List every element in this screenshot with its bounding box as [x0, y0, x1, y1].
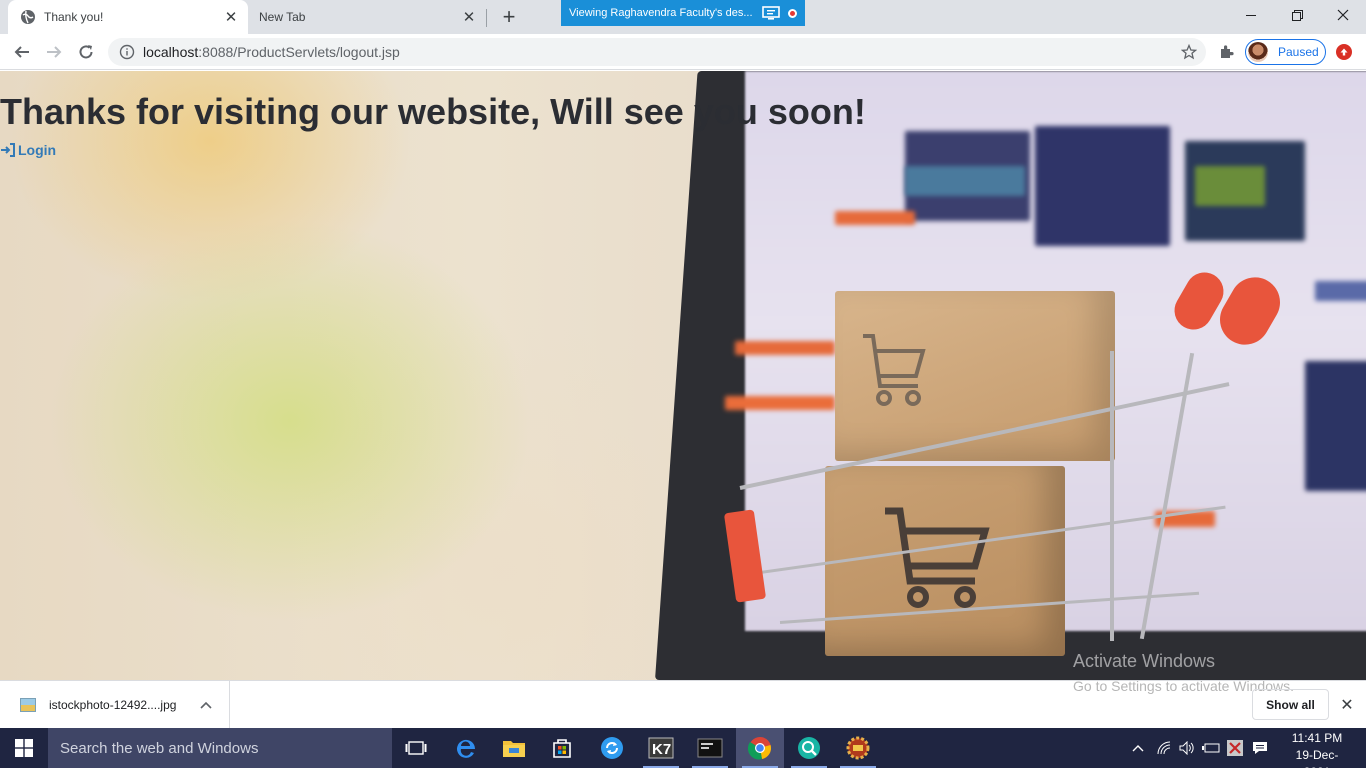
chrome-icon: [748, 737, 771, 760]
task-view-icon: [405, 741, 427, 755]
chevron-up-icon[interactable]: [195, 701, 217, 709]
svg-text:K7: K7: [652, 741, 671, 758]
profile-button[interactable]: Paused: [1245, 39, 1326, 65]
gear-badge-icon: [846, 736, 870, 760]
bookmark-star-icon[interactable]: [1180, 43, 1198, 61]
minimize-button[interactable]: [1228, 0, 1274, 30]
login-link[interactable]: Login: [0, 142, 56, 158]
extensions-button[interactable]: [1213, 38, 1241, 66]
tab-title: Thank you!: [44, 10, 104, 24]
arrow-left-icon: [14, 46, 29, 58]
share-banner-text: Viewing Raghavendra Faculty's des...: [569, 7, 753, 19]
page-heading: Thanks for visiting our website, Will se…: [0, 91, 866, 132]
tab-title: New Tab: [259, 10, 306, 24]
chevron-up-icon: [1132, 745, 1144, 752]
taskbar: Search the web and Windows K7 11:41 PM 1…: [0, 728, 1366, 779]
action-center-icon[interactable]: [1248, 728, 1272, 768]
browser-toolbar: localhost:8088/ProductServlets/logout.js…: [0, 34, 1366, 70]
globe-icon: [20, 9, 36, 25]
k7-icon: K7: [648, 737, 674, 759]
windows-logo-icon: [15, 739, 33, 757]
tab-thank-you[interactable]: Thank you! ✕: [8, 0, 248, 34]
address-bar[interactable]: localhost:8088/ProductServlets/logout.js…: [108, 38, 1206, 66]
record-icon[interactable]: [788, 8, 797, 18]
start-button[interactable]: [0, 728, 48, 768]
close-window-button[interactable]: [1320, 0, 1366, 30]
url-host: localhost: [143, 44, 199, 60]
login-icon: [1, 143, 15, 157]
game-app[interactable]: [834, 728, 882, 768]
puzzle-icon: [1221, 45, 1234, 58]
task-view-button[interactable]: [392, 728, 440, 768]
reload-button[interactable]: [72, 38, 100, 66]
file-explorer-app[interactable]: [490, 728, 538, 768]
cart-print-icon: [885, 507, 990, 608]
sync-icon: [601, 737, 623, 759]
activate-windows-title: Activate Windows: [1073, 651, 1216, 671]
show-all-button[interactable]: Show all: [1252, 689, 1329, 720]
back-button[interactable]: [8, 38, 36, 66]
cart-print-icon: [863, 334, 926, 406]
store-icon: [553, 739, 571, 758]
terminal-app[interactable]: [686, 728, 734, 768]
edge-app[interactable]: [442, 728, 490, 768]
profile-status: Paused: [1278, 45, 1319, 59]
show-hidden-icons-button[interactable]: [1128, 728, 1148, 768]
download-item[interactable]: istockphoto-12492....jpg: [0, 681, 230, 728]
taskbar-search-box[interactable]: Search the web and Windows: [48, 728, 392, 768]
close-shelf-icon[interactable]: ✕: [1337, 695, 1357, 715]
chrome-app[interactable]: [736, 728, 784, 768]
tab-strip: Thank you! ✕ New Tab ✕ + Viewing Raghave…: [0, 0, 1366, 34]
clock-date: 19-Dec-2021: [1295, 748, 1339, 779]
volume-icon[interactable]: [1176, 728, 1198, 768]
tab-divider: [486, 9, 487, 27]
forward-button[interactable]: [40, 38, 68, 66]
download-shelf: istockphoto-12492....jpg Go to Settings …: [0, 678, 1366, 728]
cart-wire: [1110, 351, 1114, 641]
update-menu-icon[interactable]: [1336, 44, 1352, 60]
screen-share-icon[interactable]: [762, 6, 780, 20]
sync-app[interactable]: [588, 728, 636, 768]
close-tab-icon[interactable]: ✕: [220, 6, 242, 28]
login-label: Login: [18, 142, 57, 158]
tab-new-tab[interactable]: New Tab ✕: [248, 0, 486, 34]
k7-app[interactable]: K7: [637, 728, 685, 768]
terminal-icon: [697, 738, 723, 758]
antivirus-tray-icon[interactable]: [1224, 728, 1246, 768]
avatar: [1248, 42, 1268, 62]
edge-icon: [457, 739, 476, 758]
reload-icon: [79, 45, 93, 59]
battery-icon[interactable]: [1200, 728, 1222, 768]
info-icon[interactable]: [119, 44, 135, 60]
network-icon[interactable]: [1153, 728, 1175, 768]
page-content: Thanks for visiting our website, Will se…: [0, 71, 1366, 680]
folder-icon: [503, 741, 525, 757]
arrow-right-icon: [47, 46, 62, 58]
search-app[interactable]: [785, 728, 833, 768]
clock-time: 11:41 PM: [1291, 731, 1343, 745]
image-file-icon: [20, 697, 36, 712]
magnifier-app-icon: [798, 737, 820, 759]
screen-share-banner[interactable]: Viewing Raghavendra Faculty's des...: [561, 0, 805, 26]
store-app[interactable]: [538, 728, 586, 768]
url-path: :8088/ProductServlets/logout.jsp: [198, 44, 400, 60]
download-file-name: istockphoto-12492....jpg: [49, 697, 177, 712]
new-tab-button[interactable]: +: [496, 4, 522, 29]
close-tab-icon[interactable]: ✕: [458, 6, 480, 28]
restore-button[interactable]: [1274, 0, 1320, 30]
taskbar-clock[interactable]: 11:41 PM 19-Dec-2021: [1283, 730, 1351, 781]
